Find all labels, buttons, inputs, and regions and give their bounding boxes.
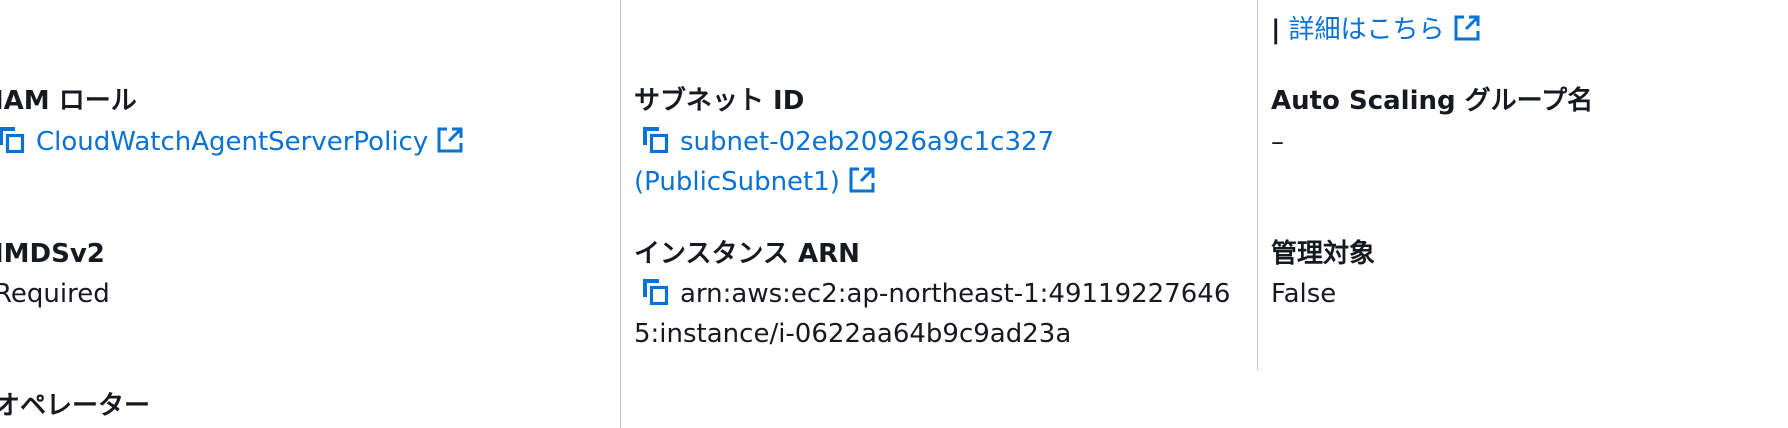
subnet-name-value: (PublicSubnet1)	[634, 162, 876, 202]
imdsv2-value: Required	[0, 279, 110, 309]
iam-role-label: IAM ロール	[0, 86, 137, 116]
instance-arn-line1: arn:aws:ec2:ap-northeast-1:49119227646	[680, 279, 1231, 309]
copy-icon[interactable]	[640, 277, 670, 307]
copy-icon[interactable]	[640, 125, 670, 155]
subnet-id-link[interactable]: subnet-02eb20926a9c1c327	[680, 127, 1054, 157]
subnet-id-value: subnet-02eb20926a9c1c327	[640, 122, 1054, 162]
external-link-icon[interactable]	[436, 126, 464, 154]
asg-name-value: –	[1271, 127, 1284, 157]
column-divider-2	[1257, 0, 1258, 370]
instance-arn-label: インスタンス ARN	[634, 239, 860, 269]
copy-icon[interactable]	[0, 125, 26, 155]
separator: |	[1271, 15, 1281, 45]
subnet-id-label: サブネット ID	[634, 86, 805, 116]
iam-role-value: CloudWatchAgentServerPolicy	[0, 122, 464, 162]
external-link-icon[interactable]	[848, 166, 876, 194]
instance-arn-value: arn:aws:ec2:ap-northeast-1:49119227646	[640, 274, 1230, 314]
asg-name-label: Auto Scaling グループ名	[1271, 86, 1594, 116]
iam-role-link[interactable]: CloudWatchAgentServerPolicy	[36, 127, 428, 157]
operator-label: オペレーター	[0, 391, 151, 421]
learn-more-link[interactable]: 詳細はこちら	[1289, 15, 1445, 45]
managed-label: 管理対象	[1271, 239, 1376, 269]
instance-arn-value-line2: 5:instance/i-0622aa64b9c9ad23a	[634, 319, 1072, 349]
learn-more: | 詳細はこちら	[1271, 10, 1481, 50]
external-link-icon[interactable]	[1453, 14, 1481, 42]
managed-value: False	[1271, 279, 1337, 309]
imdsv2-label: IMDSv2	[0, 239, 105, 269]
column-divider-1	[620, 0, 621, 428]
subnet-name-link[interactable]: (PublicSubnet1)	[634, 167, 840, 197]
